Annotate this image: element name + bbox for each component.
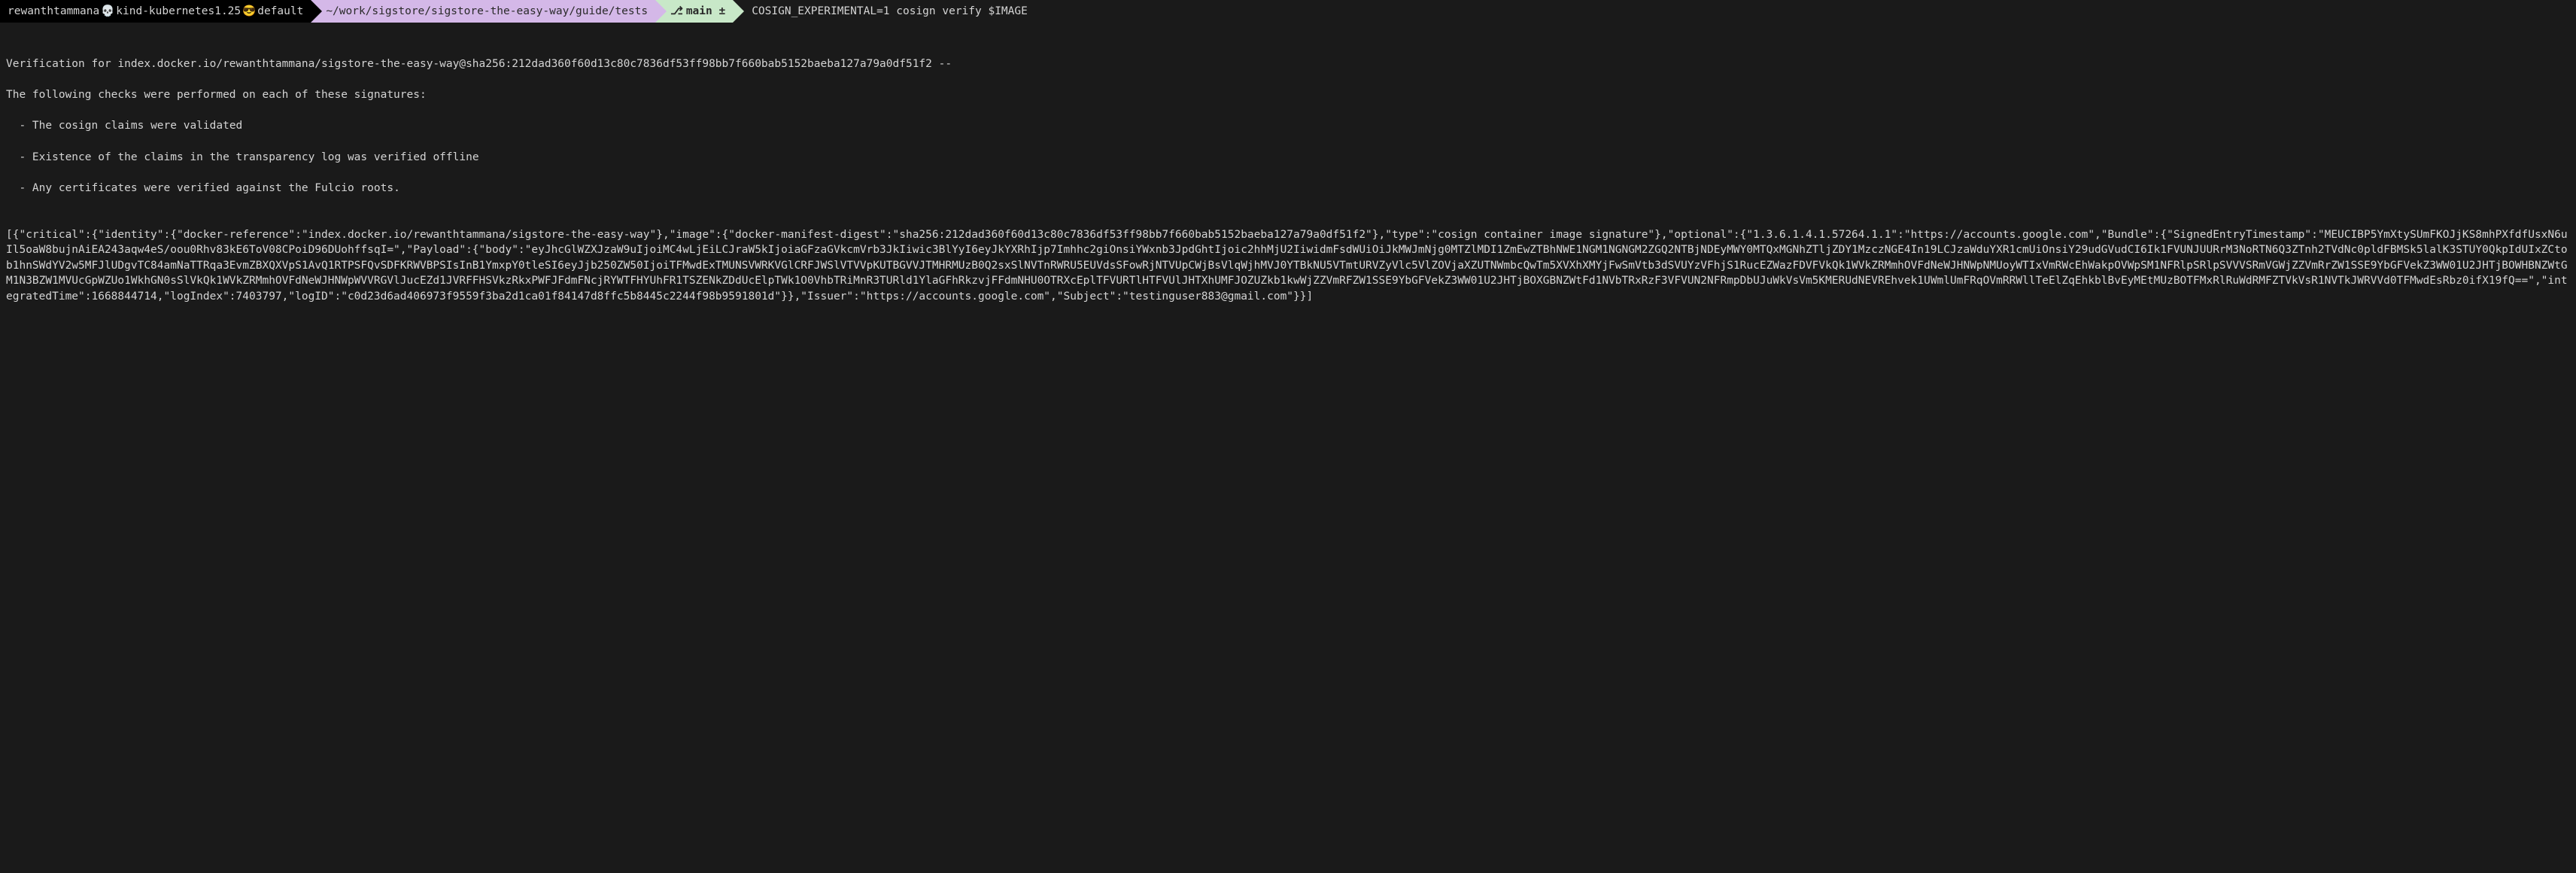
branch-icon: ⎇ xyxy=(670,4,683,19)
skull-icon: 💀 xyxy=(101,4,114,19)
output-verification-header: Verification for index.docker.io/rewanth… xyxy=(6,56,2570,72)
output-json-payload: [{"critical":{"identity":{"docker-refere… xyxy=(6,227,2570,305)
prompt-branch: main ± xyxy=(686,4,725,19)
output-check-claims: - The cosign claims were validated xyxy=(6,118,2570,134)
prompt-git-segment: ⎇ main ± xyxy=(655,0,733,23)
output-check-fulcio: - Any certificates were verified against… xyxy=(6,181,2570,196)
prompt-command: COSIGN_EXPERIMENTAL=1 cosign verify $IMA… xyxy=(752,4,1028,19)
terminal-output: Verification for index.docker.io/rewanth… xyxy=(0,23,2576,323)
prompt-path-segment: ~/work/sigstore/sigstore-the-easy-way/gu… xyxy=(311,0,655,23)
prompt-host-segment: rewanthtammana💀kind-kubernetes1.25😎defau… xyxy=(0,0,311,23)
terminal-prompt[interactable]: rewanthtammana💀kind-kubernetes1.25😎defau… xyxy=(0,0,2576,23)
prompt-path: ~/work/sigstore/sigstore-the-easy-way/gu… xyxy=(326,4,648,19)
prompt-context: kind-kubernetes1.25 xyxy=(116,4,241,19)
output-checks-header: The following checks were performed on e… xyxy=(6,87,2570,103)
prompt-command-segment: COSIGN_EXPERIMENTAL=1 cosign verify $IMA… xyxy=(733,0,1035,23)
prompt-user: rewanthtammana xyxy=(8,4,99,19)
prompt-namespace: default xyxy=(257,4,303,19)
output-check-transparency: - Existence of the claims in the transpa… xyxy=(6,150,2570,166)
smiley-icon: 😎 xyxy=(242,4,256,19)
